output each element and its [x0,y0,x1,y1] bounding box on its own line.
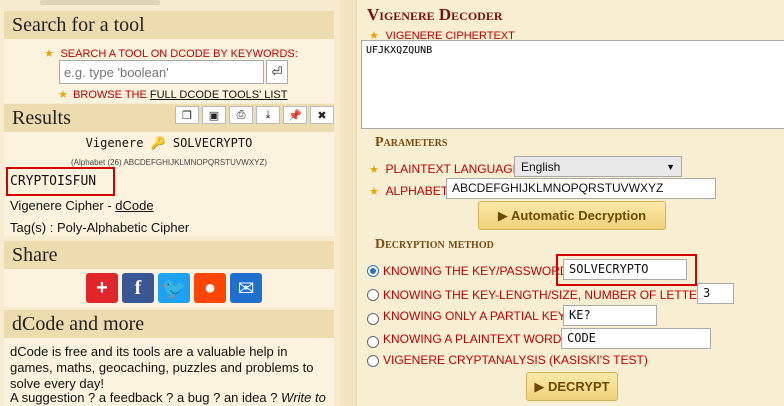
language-select[interactable]: English ▼ [514,156,682,177]
search-keywords-label: Search a tool on dCode by keywords: [60,48,298,60]
decryption-method-title: Decryption method [375,237,494,252]
radio-knowing-key[interactable] [367,265,379,277]
result-cipher-line: Vigenere 🔑 SOLVECRYPTO [85,136,253,150]
search-section-title: Search for a tool [4,11,334,39]
search-submit-button[interactable]: ⏎ [266,60,288,84]
save-icon: ▣ [208,109,220,122]
browse-tools-link[interactable]: full dCode tools' list [150,89,288,101]
plaintext-word-input[interactable]: CODE [561,328,711,349]
key-length-label: Knowing the key-length/size, number of l… [383,288,718,302]
column-divider [340,0,356,406]
radio-kasiski[interactable] [367,355,379,367]
knowing-key-label: Knowing the Key/Password: [383,264,572,278]
facebook-share-button[interactable]: f [122,273,154,303]
radio-key-length[interactable] [367,289,379,301]
more-text-prefix: A suggestion ? a feedback ? a bug ? an i… [10,390,282,405]
plaintext-language-label: Plaintext Language [385,162,521,176]
result-tags: Tag(s) : Poly-Alphabetic Cipher [10,220,190,235]
plaintext-word-label: Knowing a plaintext word: [383,332,565,346]
addthis-share-button[interactable]: + [86,273,118,303]
decoder-title: Vigenere Decoder [367,5,503,24]
share-section-title: Share [4,241,334,269]
share-section: + f 🐦 ● ✉ [4,269,334,307]
print-button[interactable]: ⎙ [229,106,253,124]
search-input[interactable] [59,60,264,84]
plaintext-highlight-box [6,167,115,196]
star-icon: ★ [58,89,68,101]
plus-icon: + [96,276,108,299]
browse-prefix: Browse the [73,89,147,101]
decoder-panel: Vigenere Decoder ★ Vigenere ciphertext U… [356,0,784,406]
star-icon: ★ [369,164,379,176]
facebook-icon: f [134,276,142,299]
left-sidebar: Search for a tool ★ Search a tool on dCo… [0,0,340,406]
partial-key-label: Knowing only a partial key: [383,309,569,323]
pin-button[interactable]: 📌 [283,106,307,124]
partial-key-input[interactable]: KE? [563,305,657,326]
alphabet-label: Alphabet [385,184,449,198]
pin-icon: 📌 [288,109,302,122]
star-icon: ★ [369,186,379,198]
key-length-input[interactable]: 3 [697,283,734,304]
more-text: dCode is free and its tools are a valuab… [10,344,314,391]
download-button[interactable]: ⤓ [256,106,280,124]
key-highlight-box [556,254,697,286]
result-cipher-prefix: Vigenere Cipher - [10,198,116,213]
reddit-icon: ● [203,276,217,299]
star-icon: ★ [44,48,54,60]
kasiski-label: Vigenere cryptanalysis (Kasiski's test) [383,353,648,367]
close-button[interactable]: ✖ [310,106,334,124]
automatic-decryption-button[interactable]: ▶ Automatic Decryption [478,201,666,230]
email-share-button[interactable]: ✉ [230,273,262,303]
enter-icon: ⏎ [271,64,283,79]
language-select-value: English [521,159,561,174]
copy-button[interactable]: ❐ [175,106,199,124]
copy-icon: ❐ [182,109,192,122]
download-icon: ⤓ [265,108,271,121]
print-icon: ⎙ [236,108,246,121]
result-alphabet-line: (Alphabet (26) ABCDEFGHIJKLMNOPQRSTUVWXY… [70,158,268,167]
decrypt-button[interactable]: ▶ DECRYPT [526,372,618,401]
radio-partial-key[interactable] [367,313,379,325]
twitter-icon: 🐦 [161,277,187,300]
twitter-share-button[interactable]: 🐦 [158,273,190,303]
save-button[interactable]: ▣ [202,106,226,124]
more-section: dCode is free and its tools are a valuab… [4,338,334,406]
search-section: ★ Search a tool on dCode by keywords: ⏎ … [4,39,334,103]
decorative-stroke [40,0,160,5]
chevron-down-icon: ▼ [666,161,675,172]
radio-plaintext-word[interactable] [367,336,379,348]
dcode-link[interactable]: dCode [115,198,153,213]
reddit-share-button[interactable]: ● [194,273,226,303]
ciphertext-textarea[interactable]: UFJKXQZQUNB [361,40,784,129]
write-to-link[interactable]: Write to [281,390,326,405]
email-icon: ✉ [237,277,255,300]
parameters-title: Parameters [375,135,448,150]
results-toolbar: ❐ ▣ ⎙ ⤓ 📌 ✖ [175,106,334,124]
more-section-title: dCode and more [4,310,334,338]
alphabet-input[interactable]: ABCDEFGHIJKLMNOPQRSTUVWXYZ [446,178,716,199]
close-icon: ✖ [317,109,327,122]
